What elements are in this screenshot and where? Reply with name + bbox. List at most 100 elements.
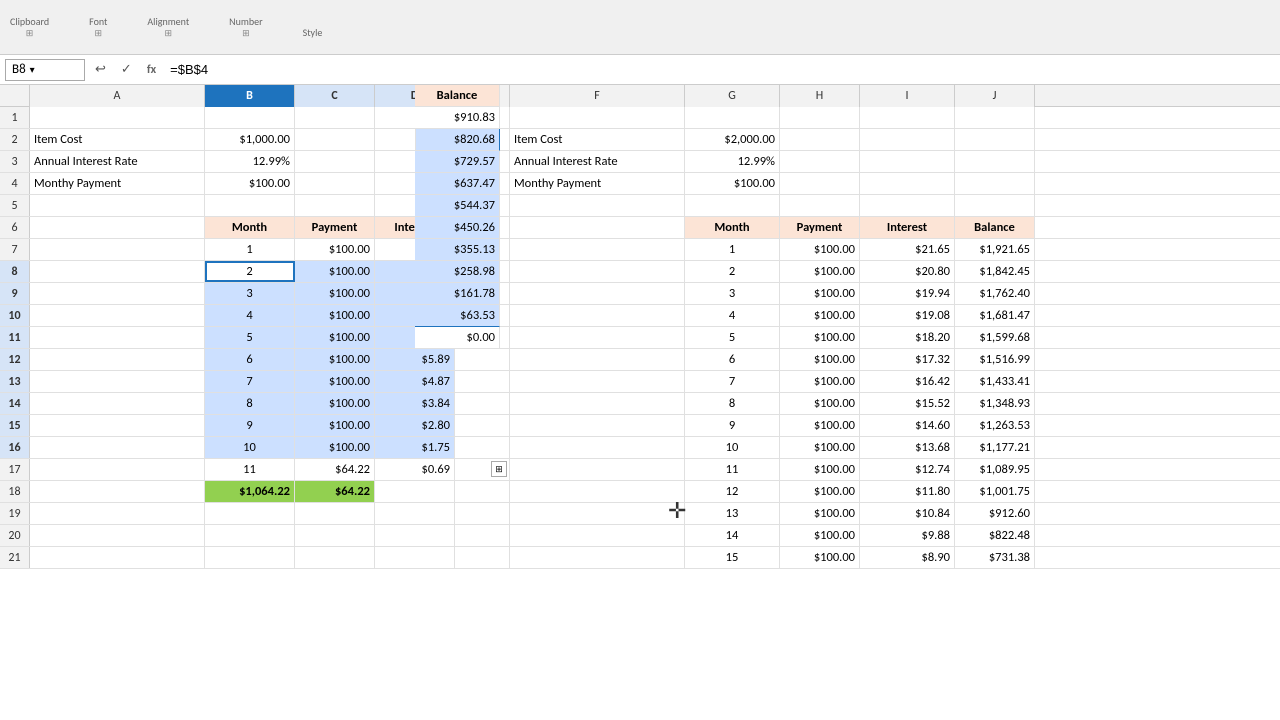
cell-b18[interactable]: $1,064.22 [205,481,295,502]
cell-g16[interactable]: 10 [685,437,780,458]
cell-f13[interactable] [510,371,685,392]
cell-g17[interactable]: 11 [685,459,780,480]
row-num-15[interactable]: 15 [0,415,30,436]
cell-d12[interactable]: $5.89 [375,349,455,370]
cell-b10[interactable]: 4 [205,305,295,326]
cell-e2[interactable] [455,129,510,150]
cell-h13[interactable]: $100.00 [780,371,860,392]
cell-i7[interactable]: $21.65 [860,239,955,260]
row-num-10[interactable]: 10 [0,305,30,326]
cell-f8[interactable] [510,261,685,282]
row-num-8[interactable]: 8 [0,261,30,282]
cell-g15[interactable]: 9 [685,415,780,436]
cell-reference-box[interactable]: B8 ▾ [5,59,85,81]
cell-b11[interactable]: 5 [205,327,295,348]
row-num-3[interactable]: 3 [0,151,30,172]
col-header-d[interactable]: D [375,85,455,107]
cell-g8[interactable]: 2 [685,261,780,282]
cell-i1[interactable] [860,107,955,128]
cell-a20[interactable] [30,525,205,546]
cell-e16[interactable] [455,437,510,458]
cell-i6[interactable]: Interest [860,217,955,238]
cell-a9[interactable] [30,283,205,304]
cell-b6[interactable]: Month [205,217,295,238]
row-num-4[interactable]: 4 [0,173,30,194]
row-num-14[interactable]: 14 [0,393,30,414]
cell-d2[interactable] [375,129,455,150]
cell-d17[interactable]: $0.69 [375,459,455,480]
cell-f9[interactable] [510,283,685,304]
cell-h7[interactable]: $100.00 [780,239,860,260]
cell-d10[interactable]: $7.90 [375,305,455,326]
cell-e6[interactable] [455,217,510,238]
cell-e15[interactable] [455,415,510,436]
cell-b5[interactable] [205,195,295,216]
cell-e4[interactable] [455,173,510,194]
cell-h2[interactable] [780,129,860,150]
cell-i21[interactable]: $8.90 [860,547,955,568]
cell-d5[interactable] [375,195,455,216]
cell-b13[interactable]: 7 [205,371,295,392]
cell-g18[interactable]: 12 [685,481,780,502]
cell-c12[interactable]: $100.00 [295,349,375,370]
cell-i8[interactable]: $20.80 [860,261,955,282]
row-num-20[interactable]: 20 [0,525,30,546]
formula-undo-icon[interactable]: ↩ [90,62,111,77]
cell-g2[interactable]: $2,000.00 [685,129,780,150]
cell-c17[interactable]: $64.22 [295,459,375,480]
cell-e17[interactable]: ⊞ [455,459,510,480]
cell-g7[interactable]: 1 [685,239,780,260]
cell-d21[interactable] [375,547,455,568]
cell-e11[interactable] [455,327,510,348]
cell-g3[interactable]: 12.99% [685,151,780,172]
row-num-6[interactable]: 6 [0,217,30,238]
cell-i17[interactable]: $12.74 [860,459,955,480]
formula-input[interactable] [166,59,1275,81]
cell-b2[interactable]: $1,000.00 [205,129,295,150]
cell-h9[interactable]: $100.00 [780,283,860,304]
row-num-16[interactable]: 16 [0,437,30,458]
cell-d9[interactable]: $8.88 [375,283,455,304]
cell-g20[interactable]: 14 [685,525,780,546]
cell-b8[interactable]: 2 [205,261,295,282]
cell-j6[interactable]: Balance [955,217,1035,238]
function-icon[interactable]: fx [142,63,161,77]
cell-i15[interactable]: $14.60 [860,415,955,436]
cell-i19[interactable]: $10.84 [860,503,955,524]
col-header-j[interactable]: J [955,85,1035,107]
row-num-17[interactable]: 17 [0,459,30,480]
cell-d8[interactable]: $9.86 [375,261,455,282]
formula-confirm-icon[interactable]: ✓ [116,62,137,77]
cell-a1[interactable] [30,107,205,128]
cell-a5[interactable] [30,195,205,216]
cell-h18[interactable]: $100.00 [780,481,860,502]
cell-a12[interactable] [30,349,205,370]
cell-j10[interactable]: $1,681.47 [955,305,1035,326]
col-header-f[interactable]: F [510,85,685,107]
cell-f2[interactable]: Item Cost [510,129,685,150]
cell-i18[interactable]: $11.80 [860,481,955,502]
cell-i3[interactable] [860,151,955,172]
cell-j11[interactable]: $1,599.68 [955,327,1035,348]
cell-f14[interactable] [510,393,685,414]
col-header-g[interactable]: G [685,85,780,107]
cell-e5[interactable] [455,195,510,216]
cell-j12[interactable]: $1,516.99 [955,349,1035,370]
cell-a11[interactable] [30,327,205,348]
row-num-18[interactable]: 18 [0,481,30,502]
cell-h15[interactable]: $100.00 [780,415,860,436]
cell-c9[interactable]: $100.00 [295,283,375,304]
cell-i20[interactable]: $9.88 [860,525,955,546]
cell-a19[interactable] [30,503,205,524]
cell-a21[interactable] [30,547,205,568]
cell-b14[interactable]: 8 [205,393,295,414]
cell-j17[interactable]: $1,089.95 [955,459,1035,480]
cell-b9[interactable]: 3 [205,283,295,304]
cell-i2[interactable] [860,129,955,150]
cell-g12[interactable]: 6 [685,349,780,370]
cell-b1[interactable] [205,107,295,128]
cell-f4[interactable]: Monthy Payment [510,173,685,194]
cell-c3[interactable] [295,151,375,172]
cell-h14[interactable]: $100.00 [780,393,860,414]
cell-c4[interactable] [295,173,375,194]
